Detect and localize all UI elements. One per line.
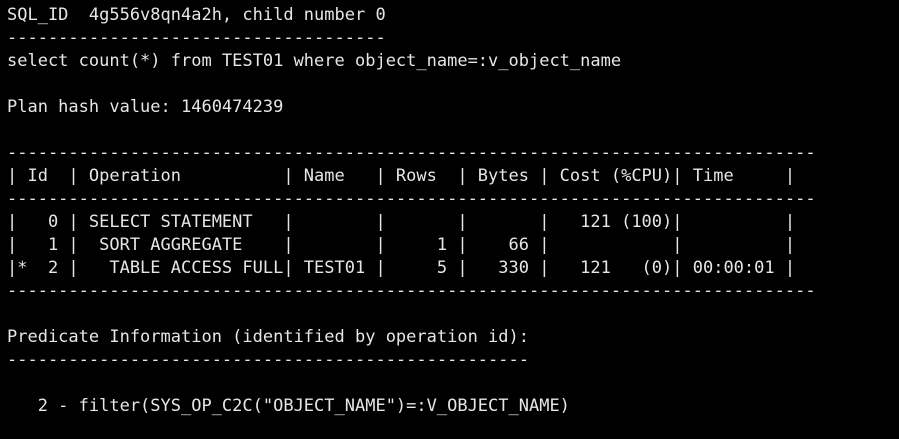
plan-table-row: |* 2 | TABLE ACCESS FULL| TEST01 | 5 | 3… bbox=[7, 258, 796, 278]
predicate-title: Predicate Information (identified by ope… bbox=[7, 327, 529, 347]
plan-table-border-top: ----------------------------------------… bbox=[7, 143, 816, 163]
plan-table-header: | Id | Operation | Name | Rows | Bytes |… bbox=[7, 166, 796, 186]
plan-table-row: | 0 | SELECT STATEMENT | | | | 121 (100)… bbox=[7, 212, 796, 232]
plan-table-border-bottom: ----------------------------------------… bbox=[7, 281, 816, 301]
predicate-separator: ----------------------------------------… bbox=[7, 350, 529, 370]
plan-hash-line: Plan hash value: 1460474239 bbox=[7, 97, 284, 117]
plan-table-row: | 1 | SORT AGGREGATE | | 1 | 66 | | | bbox=[7, 235, 796, 255]
terminal-window[interactable]: SQL_ID 4g556v8qn4a2h, child number 0 ---… bbox=[0, 0, 899, 439]
sql-text-line: select count(*) from TEST01 where object… bbox=[7, 51, 622, 71]
predicate-filter-line: 2 - filter(SYS_OP_C2C("OBJECT_NAME")=:V_… bbox=[7, 396, 570, 416]
plan-table-border-mid: ----------------------------------------… bbox=[7, 189, 816, 209]
separator-line: ------------------------------------- bbox=[7, 28, 386, 48]
sql-id-line: SQL_ID 4g556v8qn4a2h, child number 0 bbox=[7, 5, 386, 25]
